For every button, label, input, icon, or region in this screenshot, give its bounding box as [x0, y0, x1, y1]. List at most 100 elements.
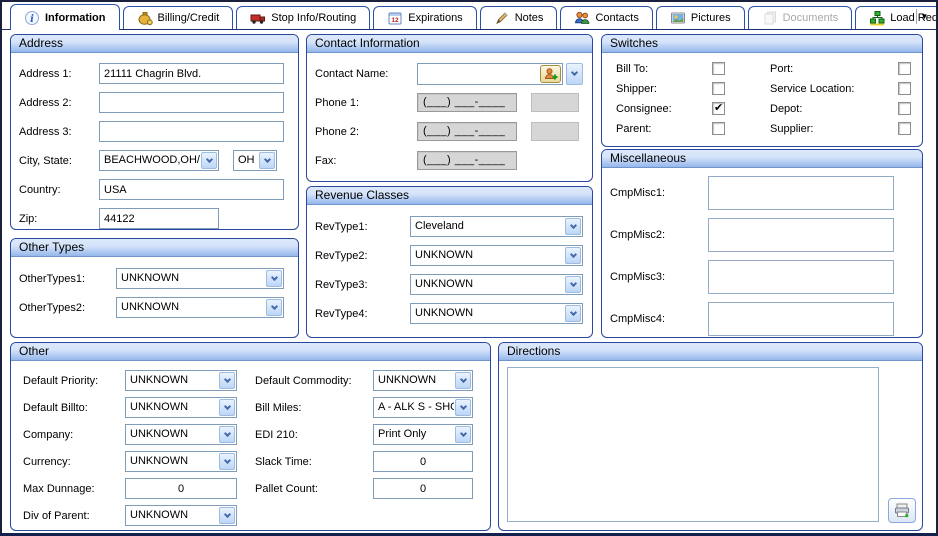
revtype1-combo[interactable]: Cleveland: [410, 216, 583, 237]
div-of-parent-combo[interactable]: UNKNOWN: [125, 505, 237, 526]
default-billto-label: Default Billto:: [23, 402, 125, 414]
default-priority-label: Default Priority:: [23, 375, 125, 387]
cmpmisc3-input[interactable]: [708, 260, 894, 294]
consignee-checkbox[interactable]: [712, 102, 725, 115]
chevron-down-icon: [219, 453, 235, 470]
print-directions-button[interactable]: [888, 498, 916, 523]
tab-pictures[interactable]: Pictures: [656, 6, 745, 29]
billto-checkbox[interactable]: [712, 62, 725, 75]
add-contact-button[interactable]: [540, 65, 561, 83]
default-priority-combo[interactable]: UNKNOWN: [125, 370, 237, 391]
currency-label: Currency:: [23, 456, 125, 468]
tab-label: Pictures: [691, 12, 731, 24]
group-title: Other: [11, 343, 490, 361]
truck-icon: [250, 10, 266, 26]
address-group: Address Address 1: Address 2: Address 3:…: [10, 34, 299, 230]
revtype2-combo[interactable]: UNKNOWN: [410, 245, 583, 266]
slack-time-input[interactable]: [373, 451, 473, 472]
city-combo[interactable]: BEACHWOOD,OH/: [99, 150, 219, 171]
supplier-label: Supplier:: [770, 123, 898, 135]
address3-input[interactable]: [99, 121, 284, 142]
cmpmisc2-input[interactable]: [708, 218, 894, 252]
tab-label: Contacts: [595, 12, 638, 24]
default-billto-combo[interactable]: UNKNOWN: [125, 397, 237, 418]
tab-overflow-button[interactable]: ▼: [916, 9, 932, 24]
phone2-ext-input[interactable]: [531, 122, 579, 141]
edi-210-combo[interactable]: Print Only: [373, 424, 473, 445]
zip-label: Zip:: [19, 213, 99, 225]
chevron-down-icon: [219, 399, 235, 416]
phone1-label: Phone 1:: [315, 97, 417, 109]
chevron-down-icon: [565, 247, 581, 264]
company-profile-window: i Information Billing/Credit Stop Info/R…: [0, 0, 938, 536]
contact-name-label: Contact Name:: [315, 68, 417, 80]
contact-name-input[interactable]: [418, 65, 539, 83]
bill-miles-combo[interactable]: A - ALK S - SHO: [373, 397, 473, 418]
othertypes2-combo[interactable]: UNKNOWN: [116, 297, 284, 318]
revtype4-combo[interactable]: UNKNOWN: [410, 303, 583, 324]
tab-label: Stop Info/Routing: [271, 12, 356, 24]
directions-group: Directions: [498, 342, 923, 531]
service-location-checkbox[interactable]: [898, 82, 911, 95]
fax-input[interactable]: (___) ___-____: [417, 151, 517, 170]
tab-contacts[interactable]: Contacts: [560, 6, 652, 29]
default-commodity-combo[interactable]: UNKNOWN: [373, 370, 473, 391]
country-input[interactable]: [99, 179, 284, 200]
revtype1-label: RevType1:: [315, 221, 410, 233]
tab-information[interactable]: i Information: [10, 4, 120, 30]
phone1-ext-input[interactable]: [531, 93, 579, 112]
tab-billing-credit[interactable]: Billing/Credit: [123, 6, 234, 29]
cmpmisc4-input[interactable]: [708, 302, 894, 336]
miscellaneous-group: Miscellaneous CmpMisc1: CmpMisc2: CmpMis…: [601, 149, 923, 338]
currency-combo[interactable]: UNKNOWN: [125, 451, 237, 472]
directions-textarea[interactable]: [507, 367, 879, 522]
picture-icon: [670, 10, 686, 26]
address2-input[interactable]: [99, 92, 284, 113]
group-title: Address: [11, 35, 298, 53]
tab-expirations[interactable]: 12 Expirations: [373, 6, 476, 29]
supplier-checkbox[interactable]: [898, 122, 911, 135]
phone1-input[interactable]: (___) ___-____: [417, 93, 517, 112]
group-title: Other Types: [11, 239, 298, 257]
chevron-down-icon: [266, 299, 282, 316]
group-title: Contact Information: [307, 35, 592, 53]
chevron-down-icon: [455, 399, 471, 416]
port-checkbox[interactable]: [898, 62, 911, 75]
state-combo[interactable]: OH: [233, 150, 277, 171]
revtype3-combo[interactable]: UNKNOWN: [410, 274, 583, 295]
othertypes1-combo[interactable]: UNKNOWN: [116, 268, 284, 289]
tab-stop-info-routing[interactable]: Stop Info/Routing: [236, 6, 370, 29]
address1-input[interactable]: [99, 63, 284, 84]
group-title: Revenue Classes: [307, 187, 592, 205]
chevron-down-icon: [219, 426, 235, 443]
contact-information-group: Contact Information Contact Name: Phone …: [306, 34, 593, 182]
tab-label: Information: [45, 12, 106, 24]
cmpmisc1-input[interactable]: [708, 176, 894, 210]
bill-miles-label: Bill Miles:: [255, 402, 373, 414]
max-dunnage-input[interactable]: [125, 478, 237, 499]
tab-notes[interactable]: Notes: [480, 6, 558, 29]
tab-bar: i Information Billing/Credit Stop Info/R…: [2, 2, 936, 30]
phone2-label: Phone 2:: [315, 126, 417, 138]
tab-label: Documents: [783, 12, 839, 24]
contact-name-dropdown-button[interactable]: [566, 63, 583, 85]
revtype3-label: RevType3:: [315, 279, 410, 291]
parent-checkbox[interactable]: [712, 122, 725, 135]
revtype2-label: RevType2:: [315, 250, 410, 262]
phone2-input[interactable]: (___) ___-____: [417, 122, 517, 141]
add-person-icon: [544, 67, 558, 81]
svg-text:i: i: [30, 14, 34, 25]
depot-checkbox[interactable]: [898, 102, 911, 115]
othertypes2-label: OtherTypes2:: [19, 302, 116, 314]
chevron-down-icon: [565, 276, 581, 293]
company-combo[interactable]: UNKNOWN: [125, 424, 237, 445]
shipper-checkbox[interactable]: [712, 82, 725, 95]
fax-label: Fax:: [315, 155, 417, 167]
chevron-down-icon: [565, 305, 581, 322]
group-title: Switches: [602, 35, 922, 53]
group-title: Directions: [499, 343, 922, 361]
zip-input[interactable]: [99, 208, 219, 229]
port-label: Port:: [770, 63, 898, 75]
othertypes1-label: OtherTypes1:: [19, 273, 116, 285]
pallet-count-input[interactable]: [373, 478, 473, 499]
